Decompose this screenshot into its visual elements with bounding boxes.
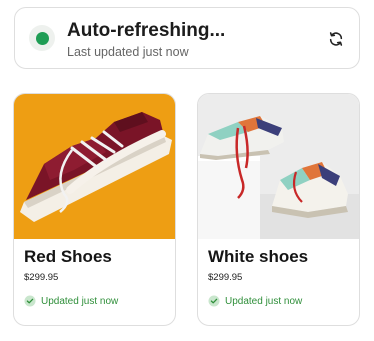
white-shoe-illustration: [198, 94, 359, 239]
updated-text: Updated just now: [41, 295, 119, 307]
status-subtitle: Last updated just now: [67, 45, 189, 59]
product-price: $299.95: [208, 272, 243, 283]
product-name: Red Shoes: [24, 247, 112, 266]
product-image-white-shoes: [198, 94, 359, 239]
refresh-icon: [329, 32, 343, 46]
check-circle-icon: [208, 295, 220, 307]
refresh-button[interactable]: [325, 28, 347, 50]
status-title: Auto-refreshing...: [67, 20, 226, 41]
product-name: White shoes: [208, 247, 309, 266]
check-circle-icon: [24, 295, 36, 307]
status-indicator: [29, 25, 55, 51]
product-updated-status: Updated just now: [24, 295, 118, 307]
status-card: Auto-refreshing... Last updated just now: [14, 7, 360, 69]
red-shoe-illustration: [14, 94, 175, 239]
updated-text: Updated just now: [225, 295, 303, 307]
product-updated-status: Updated just now: [208, 295, 302, 307]
product-price: $299.95: [24, 272, 59, 283]
status-dot-icon: [35, 31, 49, 45]
product-image-red-shoes: [14, 94, 175, 239]
product-card-white-shoes[interactable]: White shoes $299.95 Updated just now: [197, 93, 360, 326]
product-card-red-shoes[interactable]: Red Shoes $299.95 Updated just now: [13, 93, 176, 326]
